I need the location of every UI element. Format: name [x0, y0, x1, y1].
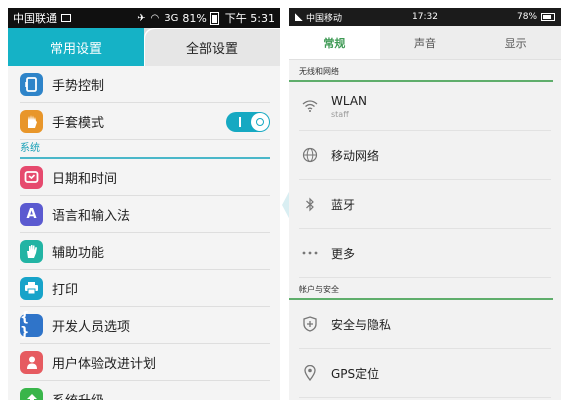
right-tab-bar: 常规 声音 显示	[289, 26, 561, 60]
update-icon	[20, 387, 43, 400]
tab-all-settings[interactable]: 全部设置	[144, 28, 280, 66]
settings-row-label: 开发人员选项	[52, 319, 131, 335]
settings-row-accessibility[interactable]: 辅助功能	[20, 233, 270, 270]
security-privacy-title: 安全与隐私	[331, 317, 392, 332]
calendar-clock-icon	[20, 165, 43, 189]
settings-row-developer-options[interactable]: { } 开发人员选项	[20, 307, 270, 344]
signal-3g-label: 3G	[164, 12, 179, 24]
tab-general[interactable]: 常规	[289, 26, 380, 59]
wifi-status-icon: ◠	[150, 12, 160, 24]
battery-icon	[209, 11, 219, 25]
image-notification-icon	[61, 14, 71, 22]
tab-sound[interactable]: 声音	[380, 26, 471, 59]
settings-row-label: 手势控制	[52, 78, 105, 94]
section-header-wireless: 无线和网络	[289, 60, 553, 82]
left-battery-percent: 81%	[182, 11, 207, 25]
developer-braces-icon: { }	[20, 310, 43, 340]
settings-row-system-update[interactable]: 系统升级	[20, 381, 270, 400]
settings-row-mobile-network[interactable]: 移动网络	[299, 131, 551, 180]
right-phone-screen: 中国移动 17:32 78% 常规 声音 显示 无线和网络 WLAN staff…	[289, 8, 561, 400]
gesture-icon	[20, 72, 43, 96]
left-status-bar: 中国联通 ✈ ◠ 3G 81% 下午 5:31	[8, 8, 280, 28]
glove-icon	[20, 109, 43, 133]
settings-row-date-time[interactable]: 日期和时间	[20, 159, 270, 196]
language-icon: A	[20, 202, 43, 226]
left-clock: 下午 5:31	[224, 12, 275, 25]
gps-location-title: GPS定位	[331, 366, 380, 381]
settings-row-gps-location[interactable]: GPS定位	[299, 349, 551, 398]
more-title: 更多	[331, 246, 356, 261]
settings-row-label: 语言和输入法	[52, 208, 131, 224]
bluetooth-icon	[299, 197, 321, 212]
settings-row-label: 日期和时间	[52, 171, 118, 187]
right-carrier: 中国移动	[306, 13, 343, 24]
left-settings-list: 手势控制 手套模式 系统 日期和时间 A 语言和输入法 辅助功能 打印 {} …	[8, 66, 280, 400]
glove-mode-toggle[interactable]	[226, 112, 270, 132]
user-experience-icon	[20, 350, 43, 374]
mute-icon: ✈	[137, 12, 146, 24]
settings-row-security-privacy[interactable]: 安全与隐私	[299, 300, 551, 349]
signal-icon	[295, 13, 303, 21]
tab-display[interactable]: 显示	[470, 26, 561, 59]
bluetooth-title: 蓝牙	[331, 197, 356, 212]
left-carrier: 中国联通	[13, 12, 57, 25]
settings-row-language-input[interactable]: A 语言和输入法	[20, 196, 270, 233]
shield-icon	[299, 316, 321, 332]
location-pin-icon	[299, 365, 321, 381]
right-clock: 17:32	[412, 12, 438, 22]
tab-common-settings[interactable]: 常用设置	[8, 28, 144, 66]
globe-icon	[299, 147, 321, 163]
section-header-account-security: 帐户与安全	[289, 278, 553, 300]
wlan-network-name: staff	[331, 109, 349, 119]
settings-row-label: 手套模式	[52, 115, 105, 131]
settings-row-label: 辅助功能	[52, 245, 105, 261]
settings-row-wlan[interactable]: WLAN staff	[299, 82, 551, 131]
right-status-bar: 中国移动 17:32 78%	[289, 8, 561, 26]
settings-row-print[interactable]: 打印	[20, 270, 270, 307]
settings-row-bluetooth[interactable]: 蓝牙	[299, 180, 551, 229]
section-header-system: 系统	[20, 140, 270, 159]
wifi-icon	[299, 100, 321, 112]
settings-row-glove-mode[interactable]: 手套模式	[20, 103, 270, 140]
toggle-knob	[251, 113, 269, 131]
settings-row-label: 打印	[52, 282, 79, 298]
toggle-on-mark	[239, 117, 241, 127]
left-phone-screen: 中国联通 ✈ ◠ 3G 81% 下午 5:31 常用设置 全部设置 手势控制 手…	[8, 8, 280, 400]
settings-row-more[interactable]: 更多	[299, 229, 551, 278]
settings-row-gesture[interactable]: 手势控制	[20, 66, 270, 103]
settings-row-label: 系统升级	[52, 390, 104, 400]
right-battery-percent: 78%	[517, 12, 538, 22]
mobile-network-title: 移动网络	[331, 148, 380, 163]
left-tab-bar: 常用设置 全部设置	[8, 28, 280, 66]
more-dots-icon	[299, 251, 321, 255]
wlan-title: WLAN	[331, 93, 368, 108]
printer-icon	[20, 276, 43, 300]
accessibility-hand-icon	[20, 239, 43, 263]
settings-row-user-experience[interactable]: 用户体验改进计划	[20, 344, 270, 381]
battery-icon	[541, 13, 556, 21]
settings-row-label: 用户体验改进计划	[52, 356, 157, 372]
